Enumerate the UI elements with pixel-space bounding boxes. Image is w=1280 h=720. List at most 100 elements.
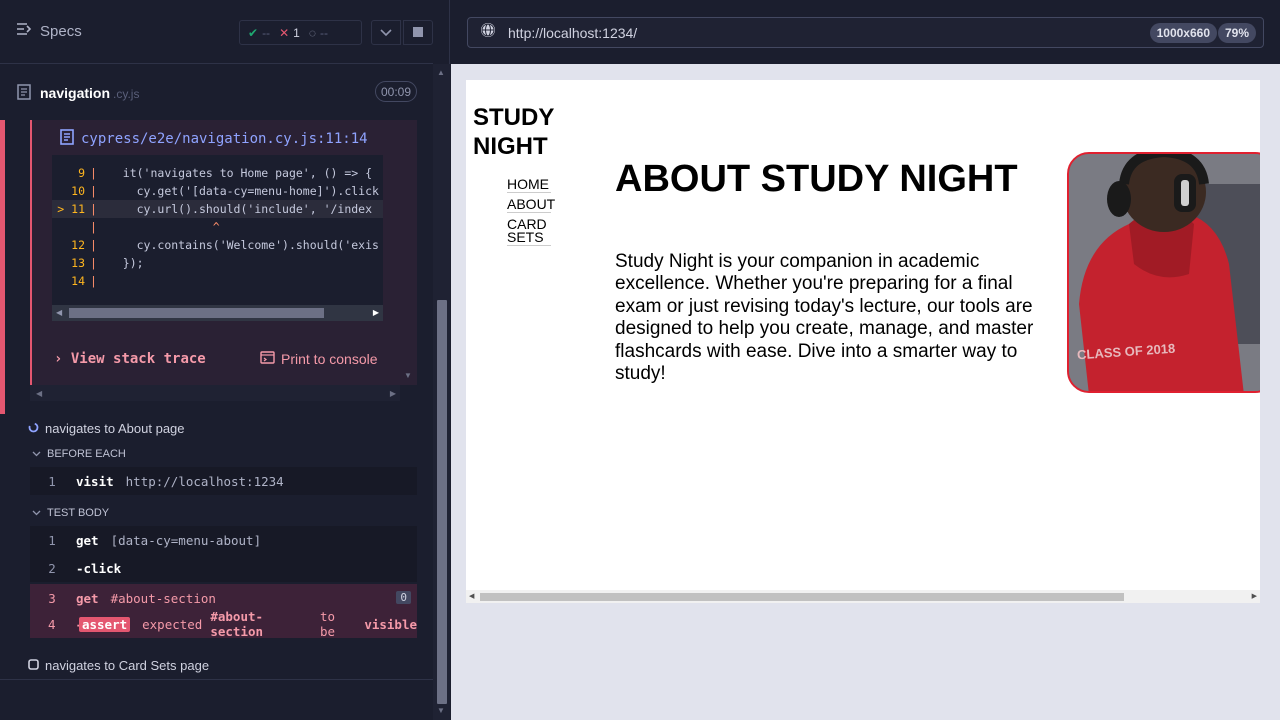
command-row-failed[interactable]: 4 - assert expected #about-section to be… — [30, 609, 417, 639]
print-console-label: Print to console — [281, 351, 378, 367]
viewport-size-badge[interactable]: 1000x660 — [1149, 23, 1217, 43]
error-file-link[interactable]: cypress/e2e/navigation.cy.js:11:14 — [60, 129, 368, 149]
browser-toolbar: http://localhost:1234/ 1000x660 79% — [451, 0, 1280, 64]
reporter-scrollbar[interactable]: ▲ ▼ — [433, 64, 450, 720]
assert-word: to be — [320, 609, 336, 639]
scroll-down-icon[interactable]: ▼ — [404, 371, 412, 380]
command-name: visit — [76, 473, 114, 489]
nav-link-about[interactable]: ABOUT — [507, 197, 555, 213]
hook-before-each[interactable]: BEFORE EACH — [32, 448, 126, 460]
assert-word: expected — [142, 616, 203, 632]
element-count-badge: 0 — [396, 591, 411, 604]
line-number: 11 — [71, 202, 85, 216]
file-icon — [60, 129, 74, 149]
app-under-test: STUDY NIGHT HOME ABOUT CARD SETS ABOUT S… — [466, 80, 1260, 603]
spec-name-text: navigation — [40, 85, 111, 101]
line-number: 14 — [71, 274, 85, 288]
error-horizontal-scrollbar[interactable]: ◀ ▶ — [30, 385, 400, 401]
url-text: http://localhost:1234/ — [508, 24, 638, 41]
scroll-left-icon[interactable]: ◀ — [36, 389, 42, 398]
scroll-left-icon[interactable]: ◀ — [56, 308, 62, 317]
code-text: cy.contains('Welcome').should('exis — [108, 238, 379, 252]
command-message: http://localhost:1234 — [125, 473, 284, 489]
code-text: it('navigates to Home page', () => { — [108, 166, 373, 180]
app-horizontal-scrollbar[interactable]: ◀ ▶ — [466, 590, 1260, 603]
site-logo[interactable]: STUDY NIGHT — [473, 103, 554, 161]
hook-label: TEST BODY — [47, 507, 110, 519]
command-name: get — [76, 532, 99, 548]
command-message: [data-cy=menu-about] — [110, 532, 262, 548]
specs-button[interactable]: Specs — [16, 22, 82, 40]
code-text: cy.get('[data-cy=menu-home]').click — [108, 184, 379, 198]
command-row-failed[interactable]: 3 get #about-section 0 — [30, 584, 417, 612]
command-row[interactable]: 1 get [data-cy=menu-about] — [30, 526, 417, 554]
line-number: 12 — [71, 238, 85, 252]
terminal-icon — [260, 351, 275, 367]
code-line: 14 | — [52, 272, 383, 290]
command-number: 1 — [48, 532, 56, 548]
command-name: -click — [76, 560, 122, 576]
scroll-left-icon[interactable]: ◀ — [469, 592, 474, 600]
command-name: get — [76, 590, 99, 606]
code-text: }); — [108, 256, 144, 270]
caret: ^ — [108, 220, 220, 234]
line-number: 10 — [71, 184, 85, 198]
failed-stat: ✕ 1 — [279, 26, 300, 40]
site-nav: HOME ABOUT CARD SETS — [507, 177, 555, 251]
logo-line: NIGHT — [473, 133, 548, 160]
scroll-right-icon[interactable]: ▶ — [1252, 592, 1257, 600]
error-marker: > — [57, 202, 65, 216]
line-number: 13 — [71, 256, 85, 270]
scroll-up-icon[interactable]: ▲ — [437, 68, 445, 77]
code-line: 9 | it('navigates to Home page', () => { — [52, 164, 383, 182]
file-link-text: cypress/e2e/navigation.cy.js:11:14 — [81, 131, 368, 147]
code-frame-scrollbar[interactable]: ◀ ▶ — [52, 305, 383, 321]
nav-link-card-sets[interactable]: CARD SETS — [507, 217, 551, 246]
specs-list-icon — [16, 22, 32, 40]
test-item-card-sets[interactable]: navigates to Card Sets page — [28, 658, 209, 673]
command-number: 4 — [47, 616, 56, 632]
command-number: 2 — [48, 560, 56, 576]
view-stack-trace-button[interactable]: › View stack trace — [54, 351, 206, 367]
print-to-console-button[interactable]: Print to console — [260, 351, 378, 367]
hook-test-body[interactable]: TEST BODY — [32, 507, 109, 519]
code-line: | ^ — [90, 220, 220, 234]
running-icon — [28, 421, 39, 436]
stop-button[interactable] — [403, 20, 433, 45]
document-icon — [17, 84, 31, 105]
scroll-right-icon[interactable]: ▶ — [390, 389, 396, 398]
scroll-right-icon[interactable]: ▶ — [373, 308, 379, 317]
test-title: navigates to About page — [45, 421, 185, 436]
assert-value: visible — [364, 616, 417, 632]
pending-square-icon — [28, 658, 39, 673]
command-number: 3 — [48, 590, 56, 606]
pending-count: -- — [319, 25, 328, 40]
check-icon: ✔ — [248, 25, 259, 40]
url-bar[interactable]: http://localhost:1234/ 1000x660 79% — [467, 17, 1264, 48]
x-icon: ✕ — [279, 25, 290, 40]
error-vertical-scrollbar[interactable]: ▼ — [400, 120, 417, 385]
code-line: 13 | }); — [52, 254, 383, 272]
passed-stat: ✔ -- — [248, 26, 270, 40]
globe-icon — [480, 22, 496, 43]
command-row[interactable]: 1 visit http://localhost:1234 — [30, 467, 417, 495]
reporter-panel: Specs ✔ -- ✕ 1 ◌ -- navigation .cy.js 00:09 … — [0, 0, 450, 720]
nav-link-home[interactable]: HOME — [507, 177, 551, 193]
command-row[interactable]: 2 -click — [30, 554, 417, 582]
error-strip — [0, 120, 5, 414]
chevron-down-icon — [32, 448, 41, 460]
specs-label: Specs — [40, 22, 82, 40]
options-dropdown-button[interactable] — [371, 20, 401, 45]
scroll-down-icon[interactable]: ▼ — [437, 706, 445, 715]
pending-icon: ◌ — [308, 25, 316, 40]
line-number: 9 — [78, 166, 85, 180]
student-photo: CLASS OF 2018 — [1067, 152, 1260, 393]
code-frame: 9 | it('navigates to Home page', () => { … — [52, 155, 383, 321]
test-item-about[interactable]: navigates to About page — [28, 421, 185, 436]
scroll-thumb[interactable] — [480, 593, 1124, 601]
reporter-header: Specs ✔ -- ✕ 1 ◌ -- — [0, 0, 433, 64]
scroll-thumb[interactable] — [69, 308, 324, 318]
code-line: 12 | cy.contains('Welcome').should('exis — [52, 236, 383, 254]
command-message: #about-section — [110, 590, 216, 606]
scroll-thumb[interactable] — [437, 300, 447, 704]
